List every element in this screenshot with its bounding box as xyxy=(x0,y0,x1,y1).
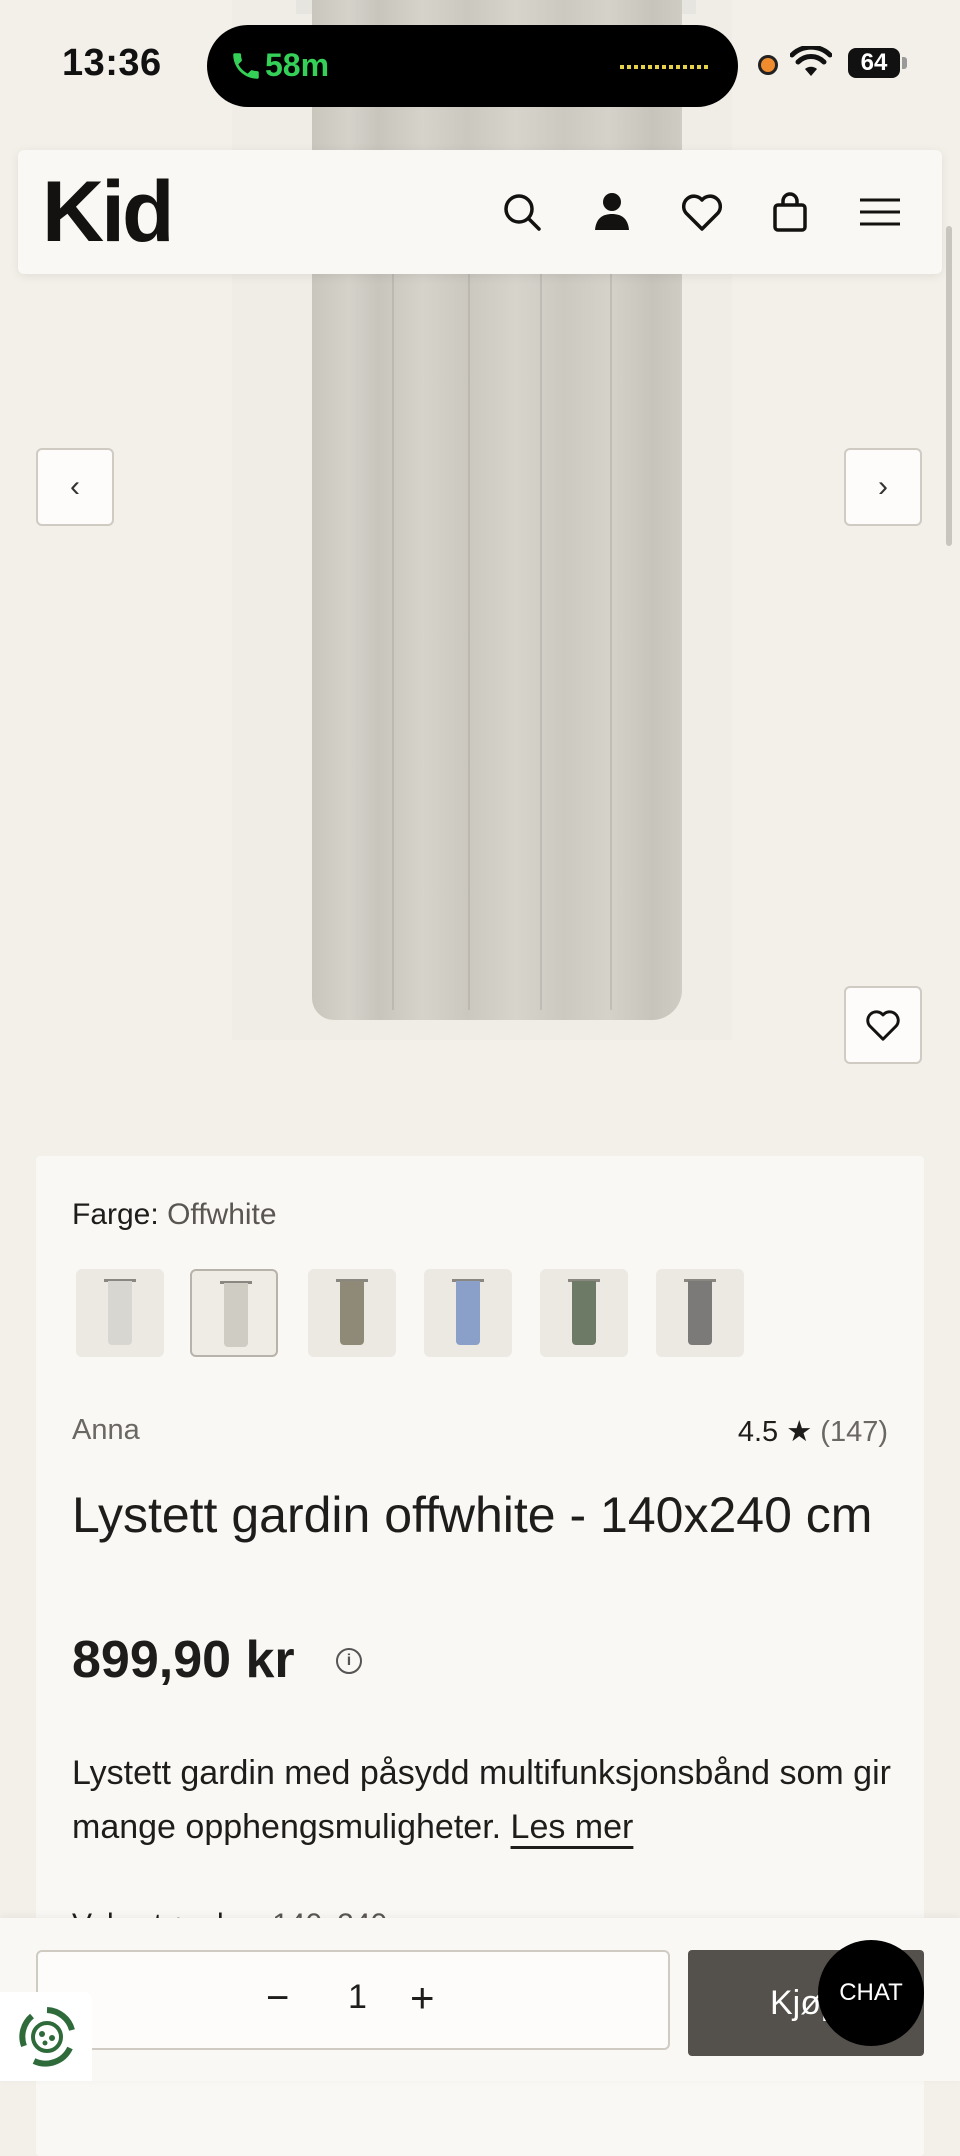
swatch-curtain xyxy=(456,1281,480,1345)
color-swatch[interactable] xyxy=(424,1269,512,1357)
rating-count: (147) xyxy=(820,1416,888,1448)
battery-icon: 64 xyxy=(848,48,900,78)
heart-icon xyxy=(866,1010,900,1041)
curtain-fold xyxy=(540,250,542,1010)
search-icon[interactable] xyxy=(498,188,546,236)
curtain-fold xyxy=(468,250,470,1010)
status-time: 13:36 xyxy=(62,42,162,84)
price-info-icon[interactable]: i xyxy=(336,1648,362,1674)
site-header: Kid xyxy=(18,150,942,274)
star-icon: ★ xyxy=(786,1416,813,1448)
decrease-quantity-button[interactable]: − xyxy=(266,1976,289,2021)
recycle-icon xyxy=(19,2007,75,2067)
site-logo[interactable]: Kid xyxy=(42,164,175,260)
selected-color: Offwhite xyxy=(167,1198,277,1231)
bag-icon[interactable] xyxy=(766,188,814,236)
phone-icon xyxy=(233,53,259,79)
dynamic-island[interactable]: 58m xyxy=(207,25,738,107)
color-swatch[interactable] xyxy=(540,1269,628,1357)
color-swatch[interactable] xyxy=(308,1269,396,1357)
call-duration: 58m xyxy=(265,47,330,83)
chat-label: CHAT xyxy=(839,1979,903,2006)
read-more-link[interactable]: Les mer xyxy=(511,1808,634,1846)
swatch-curtain xyxy=(340,1281,364,1345)
chevron-left-icon: ‹ xyxy=(70,470,80,503)
color-swatch[interactable] xyxy=(656,1269,744,1357)
product-brand[interactable]: Anna xyxy=(72,1414,140,1447)
chevron-right-icon: › xyxy=(878,470,888,503)
gallery-prev-button[interactable]: ‹ xyxy=(36,448,114,526)
audio-waveform xyxy=(620,65,708,69)
description-text: Lystett gardin med påsydd multifunksjons… xyxy=(72,1754,891,1846)
swatch-curtain xyxy=(572,1281,596,1345)
account-icon[interactable] xyxy=(588,188,636,236)
add-to-wishlist-button[interactable] xyxy=(844,986,922,1064)
battery-cap xyxy=(902,57,907,69)
wishlist-heart-icon[interactable] xyxy=(678,188,726,236)
quantity-stepper: − 1 + xyxy=(36,1950,670,2050)
increase-quantity-button[interactable]: + xyxy=(410,1974,435,2022)
color-label-prefix: Farge: xyxy=(72,1198,159,1231)
product-description: Lystett gardin med påsydd multifunksjons… xyxy=(72,1746,902,1854)
swatch-curtain xyxy=(224,1283,248,1347)
quantity-value: 1 xyxy=(348,1978,367,2016)
wifi-icon xyxy=(790,46,832,76)
curtain-fold xyxy=(610,250,612,1010)
menu-icon[interactable] xyxy=(856,188,904,236)
page-scrollbar[interactable] xyxy=(946,226,952,546)
color-selector-label: Farge: Offwhite xyxy=(72,1198,277,1232)
eco-badge[interactable] xyxy=(0,1992,92,2081)
gallery-next-button[interactable]: › xyxy=(844,448,922,526)
color-swatch[interactable] xyxy=(76,1269,164,1357)
purchase-bar: − 1 + Kjøp xyxy=(0,1918,960,2081)
product-rating[interactable]: 4.5 ★ (147) xyxy=(738,1414,888,1449)
product-price: 899,90 kr xyxy=(72,1631,295,1689)
curtain-fold xyxy=(392,250,394,1010)
battery-level: 64 xyxy=(860,49,888,76)
recording-indicator xyxy=(758,55,778,75)
chat-button[interactable]: CHAT xyxy=(818,1940,924,2046)
swatch-curtain xyxy=(108,1281,132,1345)
product-title: Lystett gardin offwhite - 140x240 cm xyxy=(72,1487,873,1543)
swatch-curtain xyxy=(688,1281,712,1345)
color-swatch-selected[interactable] xyxy=(190,1269,278,1357)
rating-value: 4.5 xyxy=(737,1416,779,1448)
